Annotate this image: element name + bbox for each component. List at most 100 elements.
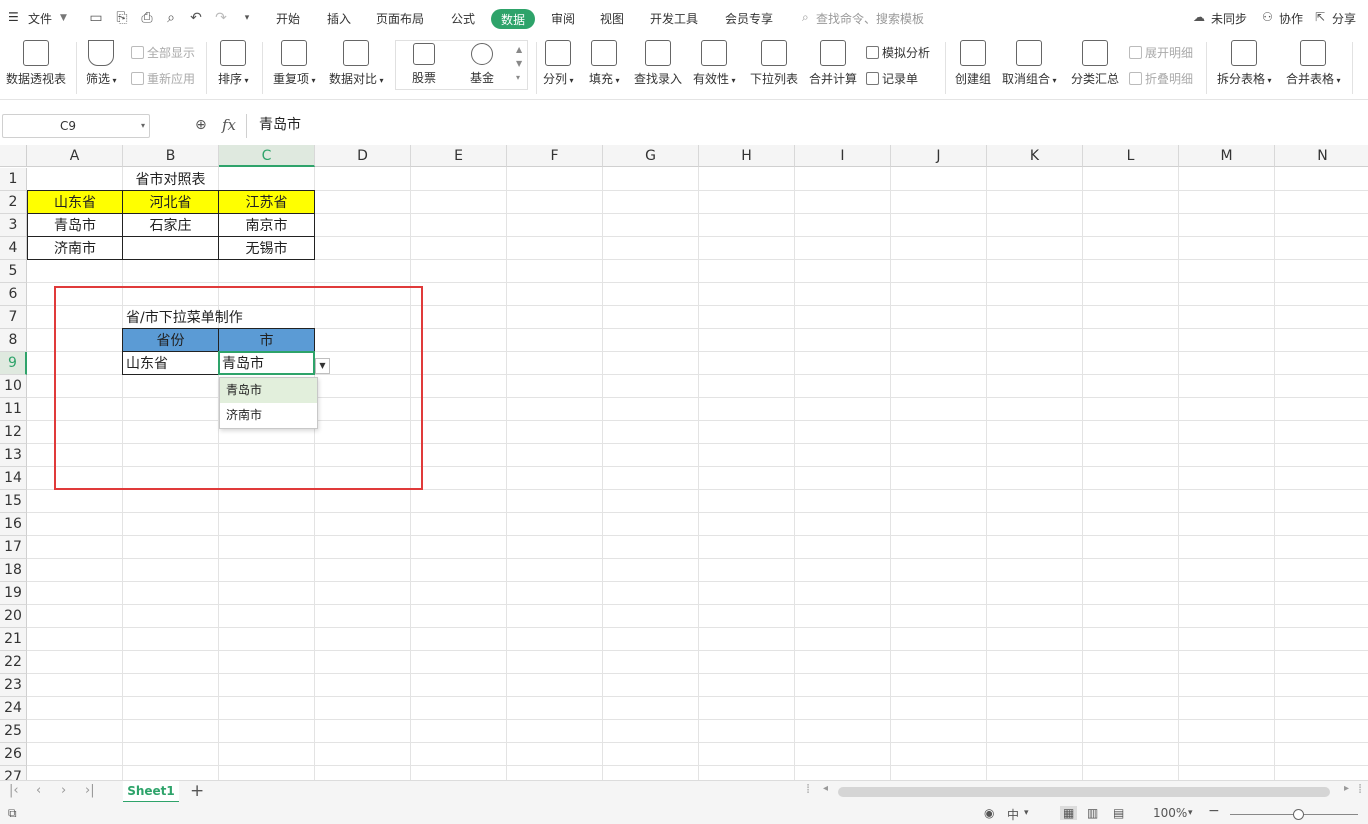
name-box[interactable]: C9 ▾ [2, 114, 150, 138]
dropdown-list-button[interactable]: 下拉列表 [750, 40, 798, 87]
ungroup-button[interactable]: 取消组合 ▾ [1002, 40, 1057, 87]
column-header-f[interactable]: F [507, 145, 603, 167]
tab-view[interactable]: 视图 [600, 10, 624, 27]
dropdown-option[interactable]: 青岛市 [220, 378, 317, 403]
row-header-22[interactable]: 22 [0, 651, 27, 674]
merge-table-button[interactable]: 合并表格 ▾ [1286, 40, 1341, 87]
row-header-24[interactable]: 24 [0, 697, 27, 720]
row-header-17[interactable]: 17 [0, 536, 27, 559]
first-sheet-icon[interactable]: |‹ [9, 783, 19, 798]
row-header-3[interactable]: 3 [0, 214, 27, 237]
dropdown-option[interactable]: 济南市 [220, 403, 317, 428]
print-icon[interactable]: ⎙ [138, 9, 156, 27]
sort-button[interactable]: 排序 ▾ [218, 40, 249, 87]
normal-view-icon[interactable]: ▦ [1060, 806, 1078, 820]
zoom-slider-knob[interactable] [1293, 809, 1304, 820]
row-header-1[interactable]: 1 [0, 168, 27, 191]
next-sheet-icon[interactable]: › [61, 783, 66, 798]
tab-member[interactable]: 会员专享 [725, 10, 773, 27]
tab-data[interactable]: 数据 [491, 9, 536, 29]
fund-button[interactable]: 基金 [470, 43, 494, 86]
formula-input[interactable]: 青岛市 [246, 114, 1366, 138]
row-header-7[interactable]: 7 [0, 306, 27, 329]
row-header-27[interactable]: 27 [0, 766, 27, 780]
subtotal-button[interactable]: 分类汇总 [1071, 40, 1119, 87]
column-header-b[interactable]: B [123, 145, 219, 167]
column-header-l[interactable]: L [1083, 145, 1179, 167]
column-header-d[interactable]: D [315, 145, 411, 167]
chevron-down-icon[interactable]: ▼ [60, 13, 67, 23]
chevron-down-icon[interactable]: ▾ [1024, 808, 1029, 818]
validity-button[interactable]: 有效性 ▾ [693, 40, 736, 87]
pivot-table-button[interactable]: 数据透视表 [6, 40, 66, 87]
cell-a3[interactable]: 青岛市 [27, 213, 123, 237]
worksheet[interactable]: ABCDEFGHIJKLMN 1 2 3 4 5 6 7 8 9 10 11 12 13 14 15 16 17… [0, 145, 1368, 780]
row-header-26[interactable]: 26 [0, 743, 27, 766]
row-header-19[interactable]: 19 [0, 582, 27, 605]
page-layout-view-icon[interactable]: ▥ [1087, 806, 1098, 820]
row-header-18[interactable]: 18 [0, 559, 27, 582]
scroll-left-icon[interactable]: ◂ [823, 783, 828, 794]
column-header-k[interactable]: K [987, 145, 1083, 167]
row-header-20[interactable]: 20 [0, 605, 27, 628]
row-header-2[interactable]: 2 [0, 191, 27, 214]
cell-c3[interactable]: 南京市 [218, 213, 315, 237]
share-button[interactable]: 分享 [1332, 10, 1356, 27]
row-header-15[interactable]: 15 [0, 490, 27, 513]
column-header-i[interactable]: I [795, 145, 891, 167]
cell-b2[interactable]: 河北省 [122, 190, 219, 214]
split-columns-button[interactable]: 分列 ▾ [543, 40, 574, 87]
stocks-button[interactable]: 股票 [412, 43, 436, 86]
cell-b4[interactable] [122, 236, 219, 260]
filter-button[interactable]: 筛选 ▾ [86, 40, 117, 87]
fill-button[interactable]: 填充 ▾ [589, 40, 620, 87]
cell-b3[interactable]: 石家庄 [122, 213, 219, 237]
tab-home[interactable]: 开始 [276, 10, 300, 27]
last-sheet-icon[interactable]: ›| [85, 783, 95, 798]
column-header-g[interactable]: G [603, 145, 699, 167]
row-header-23[interactable]: 23 [0, 674, 27, 697]
scroll-splitter-icon[interactable]: ⁞ [806, 782, 810, 797]
create-group-button[interactable]: 创建组 [955, 40, 991, 87]
scroll-right-icon[interactable]: ▸ [1344, 783, 1349, 794]
column-header-h[interactable]: H [699, 145, 795, 167]
page-break-view-icon[interactable]: ▤ [1113, 806, 1124, 820]
prev-sheet-icon[interactable]: ‹ [36, 783, 41, 798]
save-icon[interactable]: ▭ [87, 9, 105, 27]
data-compare-button[interactable]: 数据对比 ▾ [329, 40, 384, 87]
cell-a4[interactable]: 济南市 [27, 236, 123, 260]
fx-icon[interactable]: fx [222, 116, 236, 134]
tab-page-layout[interactable]: 页面布局 [376, 10, 424, 27]
undo-icon[interactable]: ↶ [187, 9, 205, 27]
cell-b1[interactable]: 省市对照表 [123, 168, 218, 190]
record-form-button[interactable]: 记录单 [866, 70, 918, 87]
tab-insert[interactable]: 插入 [327, 10, 351, 27]
select-all-corner[interactable] [0, 145, 27, 167]
column-header-n[interactable]: N [1275, 145, 1368, 167]
macro-record-icon[interactable]: ⧉ [8, 806, 17, 821]
show-all-button[interactable]: 全部显示 [131, 44, 195, 61]
row-header-14[interactable]: 14 [0, 467, 27, 490]
collapse-detail-button[interactable]: 折叠明细 [1129, 70, 1193, 87]
hamburger-icon[interactable]: ☰ [8, 10, 19, 24]
zoom-icon[interactable]: ⊕ [195, 117, 213, 135]
row-header-11[interactable]: 11 [0, 398, 27, 421]
scroll-end-splitter-icon[interactable]: ⁞ [1358, 782, 1362, 797]
tab-formulas[interactable]: 公式 [451, 10, 475, 27]
zoom-out-icon[interactable]: − [1208, 803, 1220, 819]
menu-file[interactable]: 文件 [28, 10, 52, 27]
dropdown-arrow-button[interactable]: ▼ [315, 358, 330, 374]
column-header-e[interactable]: E [411, 145, 507, 167]
tab-developer[interactable]: 开发工具 [650, 10, 698, 27]
row-header-25[interactable]: 25 [0, 720, 27, 743]
simulation-analysis-button[interactable]: 模拟分析 [866, 44, 930, 61]
reapply-button[interactable]: 重新应用 [131, 70, 195, 87]
consolidate-button[interactable]: 合并计算 [809, 40, 857, 87]
row-header-5[interactable]: 5 [0, 260, 27, 283]
cell-c4[interactable]: 无锡市 [218, 236, 315, 260]
zoom-level[interactable]: 100% [1153, 806, 1187, 820]
command-search[interactable]: 查找命令、搜索模板 [816, 10, 924, 27]
row-header-8[interactable]: 8 [0, 329, 27, 352]
chevron-down-icon[interactable]: ▾ [1188, 808, 1193, 818]
sync-status[interactable]: 未同步 [1211, 10, 1247, 27]
